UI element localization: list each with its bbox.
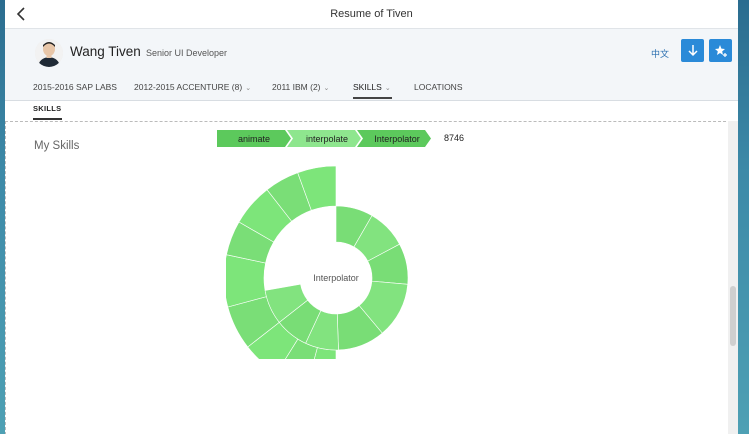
download-button[interactable] [681, 39, 704, 62]
tab-locations[interactable]: LOCATIONS [414, 82, 463, 92]
chevron-down-icon: ⌄ [245, 85, 252, 92]
profile-header: Wang Tiven Senior UI Developer 中文 [5, 29, 738, 77]
language-switch-link[interactable]: 中文 [651, 47, 669, 60]
skills-panel: My Skills animate interpolate Interpolat… [5, 121, 736, 434]
skills-sunburst-chart[interactable]: Interpolator [226, 164, 446, 359]
profile-role: Senior UI Developer [146, 48, 228, 58]
avatar [35, 39, 63, 67]
tab-label: SKILLS [353, 82, 382, 92]
section-tabs: 2015-2016 SAP LABS 2012-2015 ACCENTURE (… [5, 77, 738, 101]
sunburst-center-label: Interpolator [313, 273, 359, 283]
star-plus-icon [714, 44, 727, 57]
tab-label: 2012-2015 ACCENTURE (8) [134, 82, 243, 92]
active-tab-indicator [353, 97, 392, 99]
subtab-bar: SKILLS [5, 101, 738, 121]
page-title: Resume of Tiven [330, 8, 413, 20]
tab-ibm[interactable]: 2011 IBM (2) ⌄ [272, 82, 329, 92]
tab-label: 2011 IBM (2) [272, 82, 321, 92]
avatar-image [35, 39, 63, 67]
profile-name: Wang Tiven [70, 44, 141, 59]
title-bar: Resume of Tiven [5, 0, 738, 29]
chevron-down-icon: ⌄ [384, 85, 391, 92]
chevron-down-icon: ⌄ [323, 85, 330, 92]
active-subtab-indicator [33, 118, 62, 120]
tab-sap-labs[interactable]: 2015-2016 SAP LABS [33, 82, 117, 92]
section-title: My Skills [34, 140, 80, 152]
breadcrumb-value: 8746 [444, 133, 465, 143]
crumb-interpolate[interactable]: interpolate [293, 130, 361, 147]
tab-label: 2015-2016 SAP LABS [33, 82, 117, 92]
arrow-down-icon [687, 45, 698, 57]
crumb-animate[interactable]: animate [217, 130, 291, 147]
tab-label: LOCATIONS [414, 82, 463, 92]
scrollbar-thumb[interactable] [730, 286, 736, 346]
subtab-skills[interactable]: SKILLS [33, 104, 61, 113]
page-scrollbar[interactable] [728, 121, 738, 434]
favorite-button[interactable] [709, 39, 732, 62]
tab-skills[interactable]: SKILLS ⌄ [353, 82, 391, 92]
resume-app: Resume of Tiven Wang Tiven Senior UI Dev… [5, 0, 738, 434]
tab-accenture[interactable]: 2012-2015 ACCENTURE (8) ⌄ [134, 82, 251, 92]
crumb-interpolator[interactable]: Interpolator [363, 130, 431, 147]
